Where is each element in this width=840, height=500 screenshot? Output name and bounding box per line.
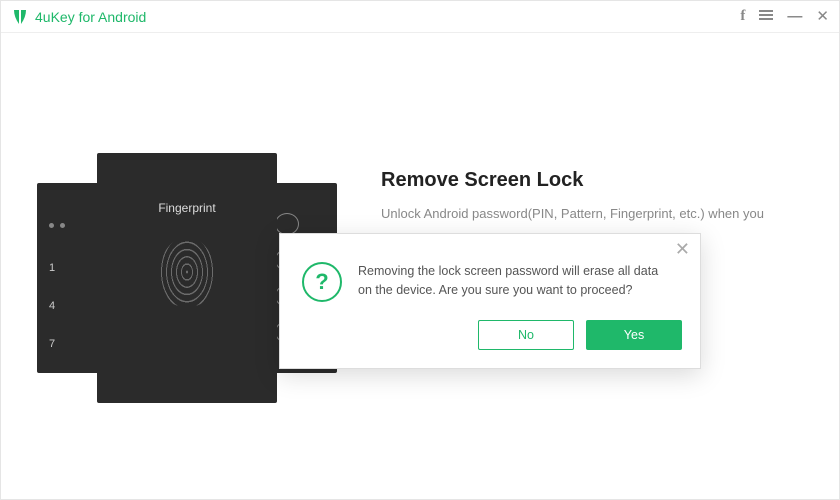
dialog-message: Removing the lock screen password will e… xyxy=(358,262,674,302)
titlebar-left: 4uKey for Android xyxy=(11,8,146,26)
no-button[interactable]: No xyxy=(478,320,574,350)
fingerprint-icon xyxy=(158,237,216,307)
close-icon[interactable]: ✕ xyxy=(675,240,690,258)
page-subtitle: Unlock Android password(PIN, Pattern, Fi… xyxy=(381,204,801,224)
content-area: 1 4 7 Fingerprint Remove Screen Lock Unl… xyxy=(1,33,839,499)
facebook-icon[interactable]: f xyxy=(740,9,745,24)
dialog-actions: No Yes xyxy=(280,320,700,368)
pin-key: 1 xyxy=(49,262,95,274)
pin-dots xyxy=(49,223,95,228)
yes-button[interactable]: Yes xyxy=(586,320,682,350)
pattern-node-icon xyxy=(275,213,299,235)
no-button-label: No xyxy=(518,328,534,342)
confirm-dialog: ✕ ? Removing the lock screen password wi… xyxy=(279,233,701,369)
titlebar-controls: f — ✕ xyxy=(740,8,829,25)
question-glyph: ? xyxy=(315,269,328,295)
app-logo-icon xyxy=(11,8,29,26)
dialog-body: ? Removing the lock screen password will… xyxy=(280,234,700,320)
fingerprint-label: Fingerprint xyxy=(158,201,215,215)
minimize-button[interactable]: — xyxy=(787,9,802,24)
titlebar: 4uKey for Android f — ✕ xyxy=(1,1,839,33)
app-title: 4uKey for Android xyxy=(35,9,146,25)
menu-icon[interactable] xyxy=(759,8,773,25)
yes-button-label: Yes xyxy=(624,328,644,342)
question-icon: ? xyxy=(302,262,342,302)
pin-key: 4 xyxy=(49,300,95,312)
pin-key: 7 xyxy=(49,338,95,350)
close-window-button[interactable]: ✕ xyxy=(816,9,829,24)
headline-block: Remove Screen Lock Unlock Android passwo… xyxy=(381,169,801,224)
fingerprint-card: Fingerprint xyxy=(97,153,277,403)
page-title: Remove Screen Lock xyxy=(381,169,801,192)
